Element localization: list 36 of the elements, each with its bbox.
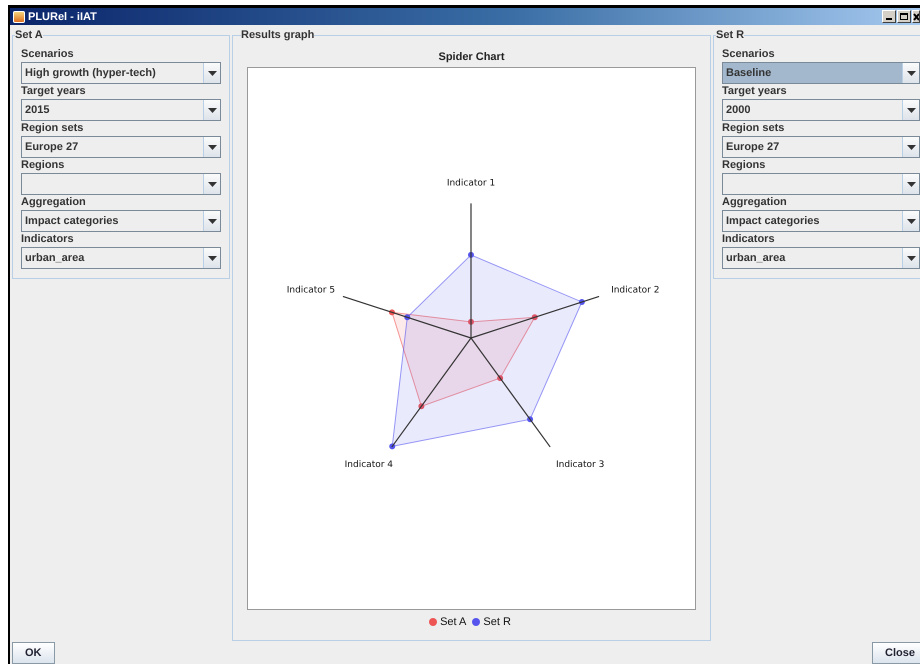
- dropdown[interactable]: Baseline: [722, 62, 920, 84]
- dropdown[interactable]: urban_area: [21, 247, 221, 269]
- axis-label: Indicator 2: [611, 285, 660, 296]
- field-label: Regions: [722, 158, 766, 173]
- window-title: PLURel - iIAT: [28, 10, 98, 22]
- field-label: Region sets: [722, 121, 786, 136]
- axis-label: Indicator 5: [286, 285, 336, 296]
- field-label: Region sets: [21, 121, 84, 136]
- axis-label: Indicator 4: [344, 460, 394, 470]
- panel-title: Set A: [15, 29, 43, 41]
- field-label: Target years: [722, 84, 788, 99]
- field-label: Regions: [21, 158, 66, 173]
- dropdown[interactable]: Impact categories: [722, 210, 920, 232]
- field-label: Scenarios: [722, 47, 776, 62]
- dropdown[interactable]: Impact categories: [21, 210, 221, 232]
- dropdown[interactable]: 2000: [722, 99, 920, 121]
- dropdown[interactable]: Europe 27: [21, 136, 221, 158]
- legend-label: Set A: [440, 616, 466, 628]
- dropdown[interactable]: High growth (hyper-tech): [21, 62, 221, 84]
- field-label: Indicators: [722, 232, 776, 247]
- field-label: Target years: [21, 84, 87, 99]
- dropdown[interactable]: Europe 27: [722, 136, 920, 158]
- field-label: Indicators: [21, 232, 75, 247]
- chart-title: Spider Chart: [438, 51, 504, 65]
- legend-label: Set R: [483, 616, 511, 628]
- panel-title: Results graph: [241, 29, 314, 41]
- field-label: Aggregation: [21, 195, 87, 210]
- field-label: Aggregation: [722, 195, 788, 210]
- axis-label: Indicator 1: [446, 178, 496, 188]
- dialog-button[interactable]: OK: [12, 642, 54, 664]
- field-label: Scenarios: [21, 47, 75, 62]
- dropdown[interactable]: urban_area: [722, 247, 920, 269]
- dialog-button[interactable]: Close: [872, 642, 920, 664]
- panel-title: Set R: [716, 29, 744, 41]
- dropdown[interactable]: 2015: [21, 99, 221, 121]
- axis-label: Indicator 3: [556, 460, 604, 470]
